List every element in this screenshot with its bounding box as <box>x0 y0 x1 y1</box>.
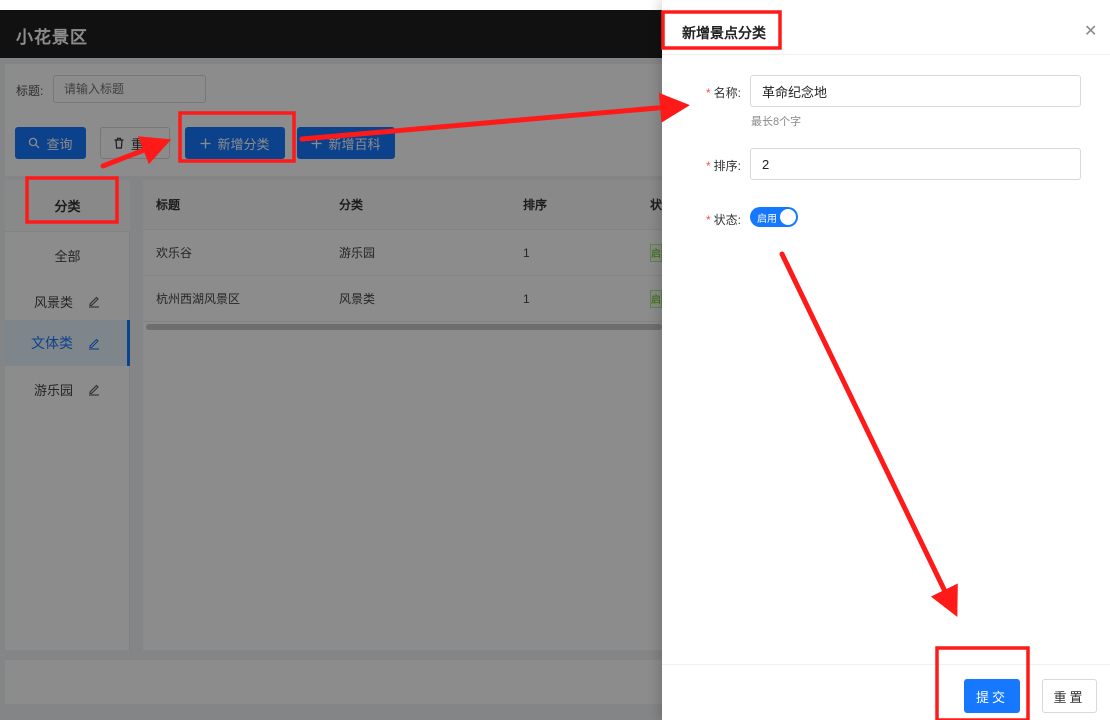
order-label-text: 排序: <box>713 159 742 173</box>
form-reset-button[interactable]: 重置 <box>1042 679 1097 713</box>
top-edge <box>0 0 662 10</box>
status-toggle[interactable]: 启用 <box>750 207 798 227</box>
order-field-label: * 排序: <box>706 157 741 174</box>
status-toggle-text: 启用 <box>757 214 777 225</box>
status-label-text: 状态: <box>713 213 742 227</box>
drawer-title: 新增景点分类 <box>682 25 766 41</box>
name-field-hint: 最长8个字 <box>751 116 802 128</box>
status-field-label: * 状态: <box>706 211 741 228</box>
status-toggle-knob <box>780 209 796 225</box>
order-field[interactable] <box>750 148 1081 180</box>
required-mark: * <box>706 159 711 173</box>
add-category-drawer: 新增景点分类 ✕ *名称: 最长8个字 *排序: *状态: 启用 提交 重置 <box>662 0 1110 720</box>
submit-button[interactable]: 提交 <box>964 679 1020 713</box>
name-field[interactable] <box>750 75 1081 107</box>
close-icon[interactable]: ✕ <box>1084 24 1097 40</box>
drawer-mask-overlay[interactable] <box>0 10 662 720</box>
name-label-text: 名称: <box>713 86 742 100</box>
required-mark: * <box>706 213 711 227</box>
drawer-header: 新增景点分类 ✕ <box>662 10 1110 55</box>
name-field-label: * 名称: <box>706 84 741 101</box>
required-mark: * <box>706 86 711 100</box>
